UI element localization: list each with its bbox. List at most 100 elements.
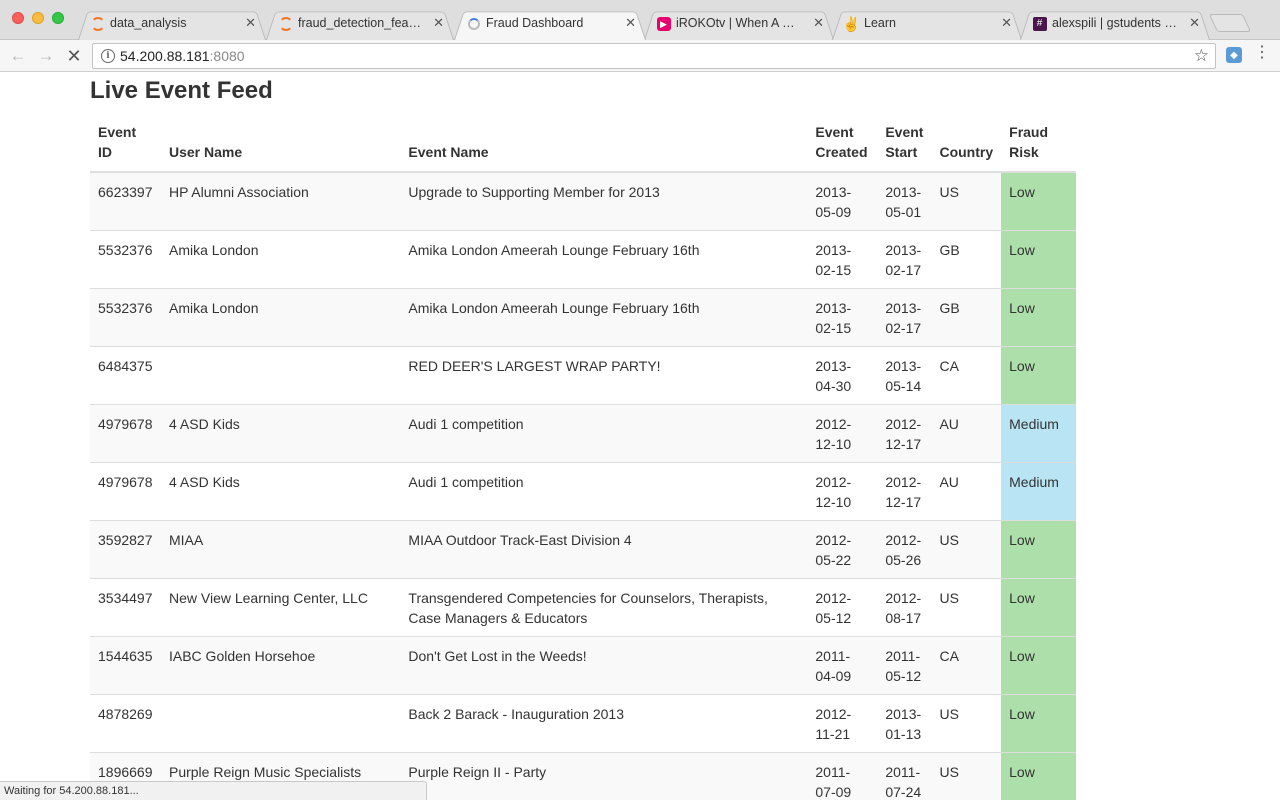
fraud-risk-cell: Low [1001, 694, 1076, 753]
fraud-risk-cell: Low [1001, 346, 1076, 405]
url-text[interactable]: 54.200.88.181:8080 [120, 48, 245, 64]
table-row: 6623397 HP Alumni Association Upgrade to S… [90, 171, 1076, 231]
tab-fraud-detection-features[interactable]: fraud_detection_features ✕ [266, 8, 454, 40]
header-event-name: Event Name [400, 117, 808, 173]
event-start-cell: 2013- 02-17 [877, 288, 932, 347]
header-event-created: Event Created [807, 117, 878, 173]
close-icon[interactable]: ✕ [433, 8, 444, 38]
country-cell: AU [931, 462, 1002, 521]
event-start-cell: 2013- 01-13 [877, 694, 932, 753]
table-body: 6623397 HP Alumni Association Upgrade to S… [90, 171, 1076, 800]
fraud-risk-cell: Low [1001, 288, 1076, 347]
close-window-button[interactable] [12, 12, 24, 24]
event-name-cell: Audi 1 competition [400, 462, 808, 521]
loading-spinner-icon [466, 16, 481, 31]
country-cell: US [931, 171, 1002, 231]
event-feed-table: Event ID User Name Event Name Event Create… [90, 117, 1076, 800]
page-content: Live Event Feed Event ID User Name Event … [0, 73, 1280, 800]
new-tab-button[interactable] [1208, 14, 1252, 32]
event-created-cell: 2013- 05-09 [807, 171, 878, 231]
country-cell: AU [931, 404, 1002, 463]
country-cell: CA [931, 636, 1002, 695]
event-name-cell: Purple Reign II - Party [400, 752, 808, 800]
table-row: 4979678 4 ASD Kids Audi 1 competition 2012-… [90, 462, 1076, 521]
event-id-cell: 4878269 [90, 694, 161, 753]
table-row: 4878269 Back 2 Barack - Inauguration 2013… [90, 694, 1076, 753]
event-start-cell: 2011- 05-12 [877, 636, 932, 695]
maximize-window-button[interactable] [52, 12, 64, 24]
user-name-cell: Amika London [160, 288, 401, 347]
table-row: 5532376 Amika London Amika London Ameerah … [90, 230, 1076, 289]
country-cell: GB [931, 230, 1002, 289]
event-id-cell: 4979678 [90, 462, 161, 521]
tab-learn[interactable]: ✌ Learn ✕ [832, 8, 1022, 40]
table-row: 1544635 IABC Golden Horsehoe Don't Get Los… [90, 636, 1076, 695]
menu-kebab-icon[interactable]: ⋮ [1254, 45, 1270, 61]
event-name-cell: Audi 1 competition [400, 404, 808, 463]
event-start-cell: 2012- 12-17 [877, 404, 932, 463]
event-created-cell: 2012- 12-10 [807, 404, 878, 463]
stop-loading-icon[interactable]: ✕ [62, 44, 86, 68]
header-fraud-risk: Fraud Risk [1001, 117, 1076, 173]
fraud-risk-cell: Low [1001, 520, 1076, 579]
close-icon[interactable]: ✕ [1189, 8, 1200, 38]
event-start-cell: 2013- 05-01 [877, 171, 932, 231]
fraud-risk-cell: Low [1001, 230, 1076, 289]
user-name-cell: IABC Golden Horsehoe [160, 636, 401, 695]
minimize-window-button[interactable] [32, 12, 44, 24]
event-start-cell: 2012- 05-26 [877, 520, 932, 579]
site-info-icon[interactable]: i [101, 49, 115, 63]
tab-irokotv[interactable]: ▶ iROKOtv | When A Woman ✕ [644, 8, 834, 40]
tab-fraud-dashboard[interactable]: Fraud Dashboard ✕ [454, 8, 646, 40]
user-name-cell: 4 ASD Kids [160, 462, 401, 521]
table-row: 3534497 New View Learning Center, LLC Tran… [90, 578, 1076, 637]
address-bar[interactable]: i 54.200.88.181:8080 ☆ [92, 43, 1216, 69]
table-row: 4979678 4 ASD Kids Audi 1 competition 2012-… [90, 404, 1076, 463]
fraud-risk-cell: Low [1001, 578, 1076, 637]
tab-data-analysis[interactable]: data_analysis ✕ [78, 8, 266, 40]
extension-icon[interactable]: ◆ [1226, 47, 1242, 63]
user-name-cell: New View Learning Center, LLC [160, 578, 401, 637]
fraud-risk-cell: Low [1001, 752, 1076, 800]
event-id-cell: 5532376 [90, 288, 161, 347]
back-arrow-icon[interactable]: ← [6, 44, 30, 68]
event-name-cell: Upgrade to Supporting Member for 2013 [400, 171, 808, 231]
jupyter-icon [278, 16, 293, 31]
event-start-cell: 2013- 05-14 [877, 346, 932, 405]
country-cell: US [931, 752, 1002, 800]
event-name-cell: MIAA Outdoor Track-East Division 4 [400, 520, 808, 579]
country-cell: US [931, 578, 1002, 637]
tab-slack[interactable]: # alexspili | gstudents Slack ✕ [1020, 8, 1210, 40]
country-cell: CA [931, 346, 1002, 405]
user-name-cell [160, 694, 401, 753]
event-created-cell: 2013- 02-15 [807, 230, 878, 289]
header-country: Country [931, 117, 1002, 173]
event-id-cell: 4979678 [90, 404, 161, 463]
fraud-risk-cell: Medium [1001, 462, 1076, 521]
fraud-risk-cell: Low [1001, 636, 1076, 695]
event-start-cell: 2012- 12-17 [877, 462, 932, 521]
fraud-risk-cell: Medium [1001, 404, 1076, 463]
event-created-cell: 2011- 04-09 [807, 636, 878, 695]
close-icon[interactable]: ✕ [625, 8, 636, 38]
country-cell: US [931, 694, 1002, 753]
user-name-cell: 4 ASD Kids [160, 404, 401, 463]
event-id-cell: 1544635 [90, 636, 161, 695]
header-event-id: Event ID [90, 117, 161, 173]
event-created-cell: 2013- 02-15 [807, 288, 878, 347]
header-event-start: Event Start [877, 117, 932, 173]
user-name-cell: MIAA [160, 520, 401, 579]
page-title: Live Event Feed [90, 77, 273, 104]
forward-arrow-icon[interactable]: → [34, 44, 58, 68]
event-start-cell: 2013- 02-17 [877, 230, 932, 289]
slack-icon: # [1032, 16, 1047, 31]
jupyter-icon [90, 16, 105, 31]
close-icon[interactable]: ✕ [245, 8, 256, 38]
event-created-cell: 2011- 07-09 [807, 752, 878, 800]
event-id-cell: 6623397 [90, 171, 161, 231]
close-icon[interactable]: ✕ [813, 8, 824, 38]
table-row: 6484375 RED DEER'S LARGEST WRAP PARTY! 201… [90, 346, 1076, 405]
close-icon[interactable]: ✕ [1001, 8, 1012, 38]
event-created-cell: 2012- 11-21 [807, 694, 878, 753]
bookmark-star-icon[interactable]: ☆ [1194, 46, 1209, 66]
